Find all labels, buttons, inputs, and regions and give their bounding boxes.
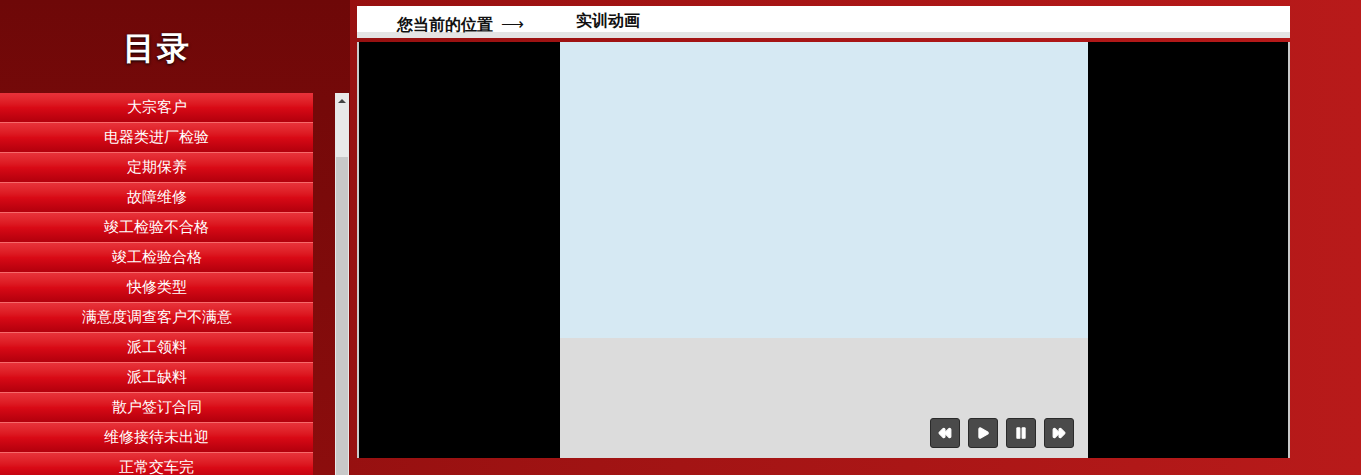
player	[357, 42, 1290, 458]
main: 您当前的位置 ⟶ 实训动画	[350, 0, 1361, 475]
pause-icon	[1014, 426, 1028, 440]
sidebar-title: 目录	[123, 32, 191, 64]
pause-button[interactable]	[1006, 418, 1036, 448]
sidebar-item[interactable]: 正常交车完	[0, 453, 313, 475]
sidebar-item[interactable]: 快修类型	[0, 273, 313, 303]
sidebar-item[interactable]: 满意度调查客户不满意	[0, 303, 313, 333]
sidebar-item[interactable]: 大宗客户	[0, 93, 313, 123]
breadcrumb-current: 实训动画	[576, 9, 640, 33]
play-button[interactable]	[968, 418, 998, 448]
player-controls	[930, 418, 1074, 448]
sidebar-item[interactable]: 故障维修	[0, 183, 313, 213]
sidebar-item[interactable]: 竣工检验不合格	[0, 213, 313, 243]
sidebar: 目录大宗客户电器类进厂检验定期保养故障维修竣工检验不合格竣工检验合格快修类型满意…	[0, 0, 350, 475]
scrollbar[interactable]	[335, 93, 349, 475]
sidebar-item[interactable]: 派工领料	[0, 333, 313, 363]
sidebar-body: 大宗客户电器类进厂检验定期保养故障维修竣工检验不合格竣工检验合格快修类型满意度调…	[0, 93, 350, 475]
scroll-up-button[interactable]	[335, 93, 349, 109]
app: 目录大宗客户电器类进厂检验定期保养故障维修竣工检验不合格竣工检验合格快修类型满意…	[0, 0, 1361, 475]
rewind-icon	[938, 426, 952, 440]
forward-button[interactable]	[1044, 418, 1074, 448]
rewind-button[interactable]	[930, 418, 960, 448]
scroll-thumb[interactable]	[336, 157, 348, 475]
animation-frame	[560, 42, 1088, 458]
sidebar-item[interactable]: 散户签订合同	[0, 393, 313, 423]
breadcrumb-bar: 您当前的位置 ⟶ 实训动画	[357, 6, 1290, 38]
breadcrumb-arrow: ⟶	[501, 12, 524, 36]
sidebar-header: 目录	[0, 0, 313, 93]
sidebar-item[interactable]: 派工缺料	[0, 363, 313, 393]
sidebar-item[interactable]: 定期保养	[0, 153, 313, 183]
play-icon	[976, 426, 990, 440]
breadcrumb-label: 您当前的位置	[397, 13, 493, 37]
sidebar-list: 大宗客户电器类进厂检验定期保养故障维修竣工检验不合格竣工检验合格快修类型满意度调…	[0, 93, 313, 475]
fast-forward-icon	[1052, 426, 1066, 440]
sidebar-item[interactable]: 电器类进厂检验	[0, 123, 313, 153]
sidebar-item[interactable]: 竣工检验合格	[0, 243, 313, 273]
sidebar-item[interactable]: 维修接待未出迎	[0, 423, 313, 453]
animation-scene	[560, 42, 1088, 338]
